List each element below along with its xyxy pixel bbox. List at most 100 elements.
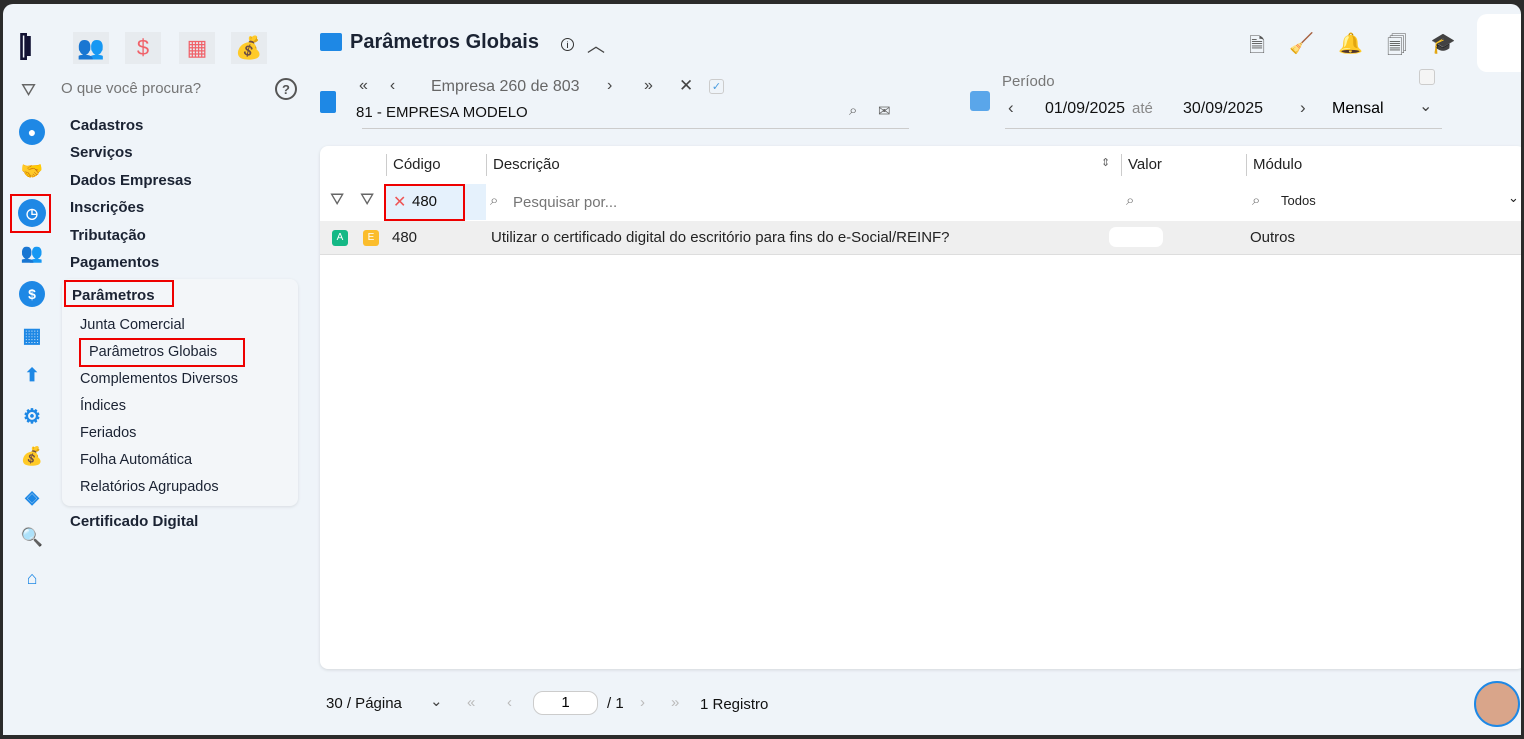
search-icon: ⌕ bbox=[490, 192, 499, 209]
report-search-icon[interactable]: 🗐 bbox=[1387, 31, 1407, 65]
menu-dados-empresas[interactable]: Dados Empresas bbox=[70, 172, 192, 189]
row-code: 480 bbox=[392, 229, 418, 246]
first-company-button[interactable]: « bbox=[359, 77, 368, 95]
column-header-descricao[interactable]: Descrição bbox=[486, 154, 1121, 176]
chevron-up-icon[interactable]: ︿ bbox=[587, 32, 605, 58]
chevron-down-icon[interactable]: ⌄ bbox=[1419, 96, 1432, 116]
next-company-button[interactable]: › bbox=[607, 77, 612, 95]
submenu-panel bbox=[62, 279, 298, 506]
menu-tributacao[interactable]: Tributação bbox=[70, 227, 146, 244]
user-settings-icon[interactable]: ● bbox=[19, 119, 45, 145]
menu-certificado-digital[interactable]: Certificado Digital bbox=[70, 513, 198, 530]
description-search-input[interactable] bbox=[513, 191, 1063, 213]
highlight-code-filter bbox=[384, 184, 465, 221]
column-header-modulo[interactable]: Módulo bbox=[1246, 154, 1302, 176]
total-pages: / 1 bbox=[607, 695, 624, 712]
filter-icon[interactable]: ⛛ bbox=[21, 80, 36, 101]
row-module: Outros bbox=[1250, 229, 1296, 246]
sort-icon[interactable]: ⇕ bbox=[1101, 156, 1110, 169]
column-header-valor[interactable]: Valor bbox=[1121, 154, 1162, 176]
table-row[interactable]: A E 480 Utilizar o certificado digital d… bbox=[320, 221, 1521, 255]
period-end[interactable]: 30/09/2025 bbox=[1183, 100, 1263, 118]
mail-icon[interactable]: ✉ bbox=[878, 102, 891, 120]
app-logo: ⫿l bbox=[19, 31, 33, 62]
page-input[interactable]: 1 bbox=[533, 691, 598, 715]
menu-inscricoes[interactable]: Inscrições bbox=[70, 199, 144, 216]
period-checkbox[interactable] bbox=[1419, 69, 1435, 85]
document-icon[interactable]: 🗎 bbox=[1249, 31, 1265, 65]
period-separator: até bbox=[1132, 100, 1153, 117]
prev-page-button[interactable]: ‹ bbox=[507, 694, 512, 711]
divider bbox=[362, 128, 909, 129]
upload-icon[interactable]: ⬆ bbox=[19, 362, 45, 388]
highlight-parametros-globais bbox=[79, 338, 245, 367]
last-page-button[interactable]: » bbox=[671, 694, 679, 711]
badge-a: A bbox=[332, 230, 348, 246]
next-page-button[interactable]: › bbox=[640, 694, 645, 711]
submenu-relatorios-agrupados[interactable]: Relatórios Agrupados bbox=[80, 479, 219, 495]
submenu-folha-automatica[interactable]: Folha Automática bbox=[80, 452, 192, 468]
people-app-icon[interactable]: 👥 bbox=[73, 32, 109, 64]
last-company-button[interactable]: » bbox=[644, 77, 653, 95]
period-start[interactable]: 01/09/2025 bbox=[1045, 100, 1125, 118]
building-icon bbox=[320, 91, 336, 113]
search-icon[interactable]: 🔍 bbox=[19, 524, 45, 550]
next-period-button[interactable]: › bbox=[1300, 98, 1306, 118]
submenu-junta-comercial[interactable]: Junta Comercial bbox=[80, 317, 185, 333]
graduation-cap-icon[interactable]: 🎓 bbox=[1431, 31, 1456, 65]
menu-cadastros[interactable]: Cadastros bbox=[70, 117, 143, 134]
info-icon[interactable]: i bbox=[561, 38, 574, 51]
module-search-icon: ⌕ bbox=[1252, 192, 1261, 209]
calculator-icon[interactable]: ▦ bbox=[19, 322, 45, 348]
column-header-codigo[interactable]: Código bbox=[386, 154, 441, 176]
highlight-clock bbox=[10, 194, 51, 233]
money-bag-app-icon[interactable]: 💰 bbox=[231, 32, 267, 64]
search-input[interactable] bbox=[61, 76, 261, 100]
calculator-app-icon[interactable]: ▦ bbox=[179, 32, 215, 64]
first-page-button[interactable]: « bbox=[467, 694, 475, 711]
submenu-feriados[interactable]: Feriados bbox=[80, 425, 136, 441]
prev-company-button[interactable]: ‹ bbox=[390, 77, 395, 95]
row-description: Utilizar o certificado digital do escrit… bbox=[491, 229, 950, 246]
money-bag-icon[interactable]: 💰 bbox=[19, 443, 45, 469]
submenu-complementos-diversos[interactable]: Complementos Diversos bbox=[80, 371, 238, 387]
help-icon[interactable]: ? bbox=[275, 78, 297, 100]
chevron-down-icon[interactable]: ⌄ bbox=[1508, 190, 1519, 206]
submenu-indices[interactable]: Índices bbox=[80, 398, 126, 414]
page-size-select[interactable]: 30 / Página bbox=[326, 695, 402, 712]
layers-icon[interactable]: ◈ bbox=[19, 484, 45, 510]
bell-icon[interactable]: 🔔 bbox=[1338, 31, 1363, 65]
app-window: ⫿l 👥 $ ▦ 💰 ⛛ ? ● 🤝 ◷ 👥 $ ▦ ⬆ ⚙ 💰 ◈ 🔍 ⌂ C… bbox=[3, 4, 1521, 735]
row-value-field[interactable] bbox=[1109, 227, 1163, 247]
results-table: Código Descrição ⇕ Valor Módulo ⛛ ⛛ ✕ 48… bbox=[320, 146, 1521, 669]
calendar-icon bbox=[970, 91, 990, 111]
monitor-icon bbox=[320, 33, 342, 51]
close-icon[interactable]: ✕ bbox=[679, 76, 693, 96]
value-search-icon[interactable]: ⌕ bbox=[1126, 192, 1134, 209]
chevron-down-icon[interactable]: ⌄ bbox=[430, 692, 443, 710]
company-name[interactable]: 81 - EMPRESA MODELO bbox=[356, 104, 528, 121]
module-filter-select[interactable]: Todos bbox=[1281, 193, 1316, 208]
highlight-parametros bbox=[64, 280, 174, 307]
corner-panel bbox=[1477, 14, 1521, 72]
badge-e: E bbox=[363, 230, 379, 246]
dollar-app-icon[interactable]: $ bbox=[125, 32, 161, 64]
prev-period-button[interactable]: ‹ bbox=[1008, 98, 1014, 118]
period-mode-select[interactable]: Mensal bbox=[1332, 100, 1384, 118]
users-icon[interactable]: 👥 bbox=[19, 240, 45, 266]
dollar-icon[interactable]: $ bbox=[19, 281, 45, 307]
menu-pagamentos[interactable]: Pagamentos bbox=[70, 254, 159, 271]
record-count: 1 Registro bbox=[700, 696, 769, 713]
period-label: Período bbox=[1002, 73, 1055, 90]
filter-icon[interactable]: ⛛ bbox=[330, 190, 344, 210]
assistant-avatar[interactable] bbox=[1474, 681, 1520, 727]
menu-servicos[interactable]: Serviços bbox=[70, 144, 133, 161]
gear-icon[interactable]: ⚙ bbox=[19, 403, 45, 429]
home-icon[interactable]: ⌂ bbox=[19, 565, 45, 591]
page-title: Parâmetros Globais bbox=[350, 31, 539, 53]
filter-clear-icon[interactable]: ⛛ bbox=[360, 190, 374, 210]
handshake-icon[interactable]: 🤝 bbox=[19, 158, 45, 184]
company-checkbox[interactable]: ✓ bbox=[709, 79, 724, 94]
company-search-icon[interactable]: ⌕ bbox=[849, 102, 857, 119]
broom-icon[interactable]: 🧹 bbox=[1289, 31, 1314, 65]
